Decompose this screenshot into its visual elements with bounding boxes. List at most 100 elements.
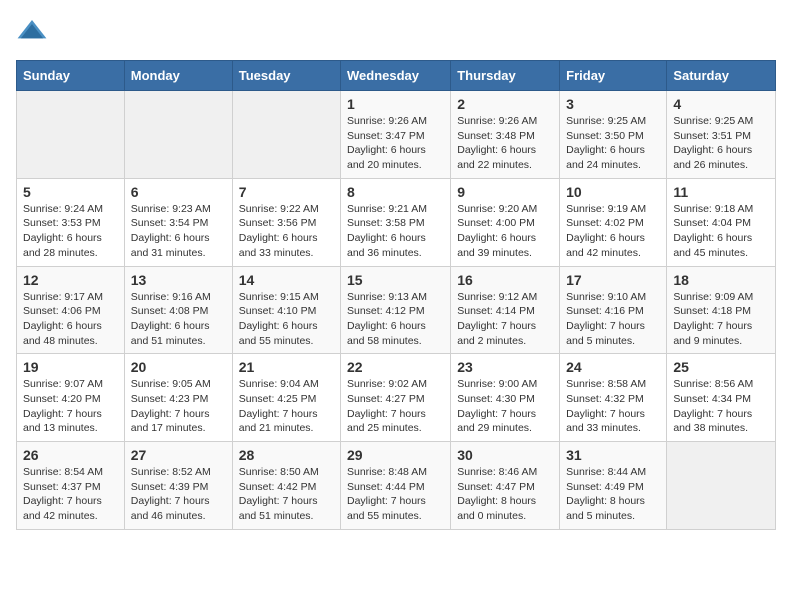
day-cell: 26 Sunrise: 8:54 AM Sunset: 4:37 PM Dayli…: [17, 442, 125, 530]
day-cell: 25 Sunrise: 8:56 AM Sunset: 4:34 PM Dayli…: [667, 354, 776, 442]
day-info: Sunrise: 9:10 AM Sunset: 4:16 PM Dayligh…: [566, 290, 660, 349]
day-cell: 12 Sunrise: 9:17 AM Sunset: 4:06 PM Dayli…: [17, 266, 125, 354]
day-cell: 14 Sunrise: 9:15 AM Sunset: 4:10 PM Dayli…: [232, 266, 340, 354]
day-info: Sunrise: 9:18 AM Sunset: 4:04 PM Dayligh…: [673, 202, 769, 261]
weekday-header-sunday: Sunday: [17, 61, 125, 91]
day-cell: 28Sunrise: 8:50 AM Sunset: 4:42 PM Dayli…: [232, 442, 340, 530]
day-info: Sunrise: 8:52 AM Sunset: 4:39 PM Dayligh…: [131, 465, 226, 524]
weekday-header-wednesday: Wednesday: [341, 61, 451, 91]
day-cell: 9 Sunrise: 9:20 AM Sunset: 4:00 PM Daylig…: [451, 178, 560, 266]
day-number: 21: [239, 359, 334, 375]
day-cell: 23 Sunrise: 9:00 AM Sunset: 4:30 PM Dayli…: [451, 354, 560, 442]
day-number: 9: [457, 184, 553, 200]
logo-icon: [16, 16, 48, 48]
day-number: 5: [23, 184, 118, 200]
day-info: Sunrise: 9:25 AM Sunset: 3:50 PM Dayligh…: [566, 114, 660, 173]
day-cell: 27 Sunrise: 8:52 AM Sunset: 4:39 PM Dayli…: [124, 442, 232, 530]
day-cell: [17, 91, 125, 179]
day-cell: 21 Sunrise: 9:04 AM Sunset: 4:25 PM Dayli…: [232, 354, 340, 442]
day-number: 25: [673, 359, 769, 375]
weekday-header-saturday: Saturday: [667, 61, 776, 91]
calendar-body: 1 Sunrise: 9:26 AM Sunset: 3:47 PM Daylig…: [17, 91, 776, 530]
day-number: 2: [457, 96, 553, 112]
day-cell: [667, 442, 776, 530]
day-number: 6: [131, 184, 226, 200]
day-number: 1: [347, 96, 444, 112]
day-number: 8: [347, 184, 444, 200]
day-cell: 2 Sunrise: 9:26 AM Sunset: 3:48 PM Daylig…: [451, 91, 560, 179]
day-info: Sunrise: 9:19 AM Sunset: 4:02 PM Dayligh…: [566, 202, 660, 261]
day-info: Sunrise: 9:09 AM Sunset: 4:18 PM Dayligh…: [673, 290, 769, 349]
day-number: 13: [131, 272, 226, 288]
day-info: Sunrise: 8:44 AM Sunset: 4:49 PM Dayligh…: [566, 465, 660, 524]
day-info: Sunrise: 8:56 AM Sunset: 4:34 PM Dayligh…: [673, 377, 769, 436]
day-number: 7: [239, 184, 334, 200]
weekday-header-thursday: Thursday: [451, 61, 560, 91]
week-row-1: 1 Sunrise: 9:26 AM Sunset: 3:47 PM Daylig…: [17, 91, 776, 179]
day-info: Sunrise: 9:20 AM Sunset: 4:00 PM Dayligh…: [457, 202, 553, 261]
day-info: Sunrise: 8:46 AM Sunset: 4:47 PM Dayligh…: [457, 465, 553, 524]
day-number: 26: [23, 447, 118, 463]
week-row-5: 26 Sunrise: 8:54 AM Sunset: 4:37 PM Dayli…: [17, 442, 776, 530]
day-cell: 1 Sunrise: 9:26 AM Sunset: 3:47 PM Daylig…: [341, 91, 451, 179]
day-cell: 4Sunrise: 9:25 AM Sunset: 3:51 PM Daylig…: [667, 91, 776, 179]
day-number: 20: [131, 359, 226, 375]
day-info: Sunrise: 9:02 AM Sunset: 4:27 PM Dayligh…: [347, 377, 444, 436]
day-cell: 22Sunrise: 9:02 AM Sunset: 4:27 PM Dayli…: [341, 354, 451, 442]
day-number: 31: [566, 447, 660, 463]
day-number: 29: [347, 447, 444, 463]
day-info: Sunrise: 9:26 AM Sunset: 3:47 PM Dayligh…: [347, 114, 444, 173]
day-number: 11: [673, 184, 769, 200]
day-number: 18: [673, 272, 769, 288]
day-info: Sunrise: 9:12 AM Sunset: 4:14 PM Dayligh…: [457, 290, 553, 349]
day-info: Sunrise: 9:26 AM Sunset: 3:48 PM Dayligh…: [457, 114, 553, 173]
day-number: 15: [347, 272, 444, 288]
week-row-4: 19 Sunrise: 9:07 AM Sunset: 4:20 PM Dayli…: [17, 354, 776, 442]
day-info: Sunrise: 9:17 AM Sunset: 4:06 PM Dayligh…: [23, 290, 118, 349]
day-info: Sunrise: 9:05 AM Sunset: 4:23 PM Dayligh…: [131, 377, 226, 436]
day-cell: 5 Sunrise: 9:24 AM Sunset: 3:53 PM Daylig…: [17, 178, 125, 266]
day-number: 24: [566, 359, 660, 375]
weekday-header-tuesday: Tuesday: [232, 61, 340, 91]
day-cell: 6 Sunrise: 9:23 AM Sunset: 3:54 PM Daylig…: [124, 178, 232, 266]
weekday-header-friday: Friday: [560, 61, 667, 91]
day-cell: 7 Sunrise: 9:22 AM Sunset: 3:56 PM Daylig…: [232, 178, 340, 266]
day-info: Sunrise: 9:24 AM Sunset: 3:53 PM Dayligh…: [23, 202, 118, 261]
weekday-row: SundayMondayTuesdayWednesdayThursdayFrid…: [17, 61, 776, 91]
day-cell: [232, 91, 340, 179]
day-cell: 13 Sunrise: 9:16 AM Sunset: 4:08 PM Dayli…: [124, 266, 232, 354]
day-cell: 10Sunrise: 9:19 AM Sunset: 4:02 PM Dayli…: [560, 178, 667, 266]
day-number: 27: [131, 447, 226, 463]
day-cell: 17Sunrise: 9:10 AM Sunset: 4:16 PM Dayli…: [560, 266, 667, 354]
day-cell: 24Sunrise: 8:58 AM Sunset: 4:32 PM Dayli…: [560, 354, 667, 442]
day-info: Sunrise: 9:15 AM Sunset: 4:10 PM Dayligh…: [239, 290, 334, 349]
day-info: Sunrise: 8:48 AM Sunset: 4:44 PM Dayligh…: [347, 465, 444, 524]
day-cell: 19 Sunrise: 9:07 AM Sunset: 4:20 PM Dayli…: [17, 354, 125, 442]
day-info: Sunrise: 9:22 AM Sunset: 3:56 PM Dayligh…: [239, 202, 334, 261]
day-number: 23: [457, 359, 553, 375]
weekday-header-monday: Monday: [124, 61, 232, 91]
day-info: Sunrise: 8:54 AM Sunset: 4:37 PM Dayligh…: [23, 465, 118, 524]
day-number: 28: [239, 447, 334, 463]
day-info: Sunrise: 9:07 AM Sunset: 4:20 PM Dayligh…: [23, 377, 118, 436]
day-cell: 29 Sunrise: 8:48 AM Sunset: 4:44 PM Dayli…: [341, 442, 451, 530]
day-number: 14: [239, 272, 334, 288]
day-number: 12: [23, 272, 118, 288]
day-info: Sunrise: 9:21 AM Sunset: 3:58 PM Dayligh…: [347, 202, 444, 261]
logo: [16, 16, 52, 48]
day-number: 30: [457, 447, 553, 463]
page-header: [16, 16, 776, 48]
day-cell: 31 Sunrise: 8:44 AM Sunset: 4:49 PM Dayli…: [560, 442, 667, 530]
calendar: SundayMondayTuesdayWednesdayThursdayFrid…: [16, 60, 776, 530]
day-number: 4: [673, 96, 769, 112]
day-info: Sunrise: 9:16 AM Sunset: 4:08 PM Dayligh…: [131, 290, 226, 349]
day-info: Sunrise: 9:23 AM Sunset: 3:54 PM Dayligh…: [131, 202, 226, 261]
day-cell: 15Sunrise: 9:13 AM Sunset: 4:12 PM Dayli…: [341, 266, 451, 354]
day-cell: 20 Sunrise: 9:05 AM Sunset: 4:23 PM Dayli…: [124, 354, 232, 442]
day-number: 3: [566, 96, 660, 112]
day-number: 19: [23, 359, 118, 375]
day-info: Sunrise: 9:00 AM Sunset: 4:30 PM Dayligh…: [457, 377, 553, 436]
day-number: 16: [457, 272, 553, 288]
day-info: Sunrise: 9:04 AM Sunset: 4:25 PM Dayligh…: [239, 377, 334, 436]
day-cell: [124, 91, 232, 179]
